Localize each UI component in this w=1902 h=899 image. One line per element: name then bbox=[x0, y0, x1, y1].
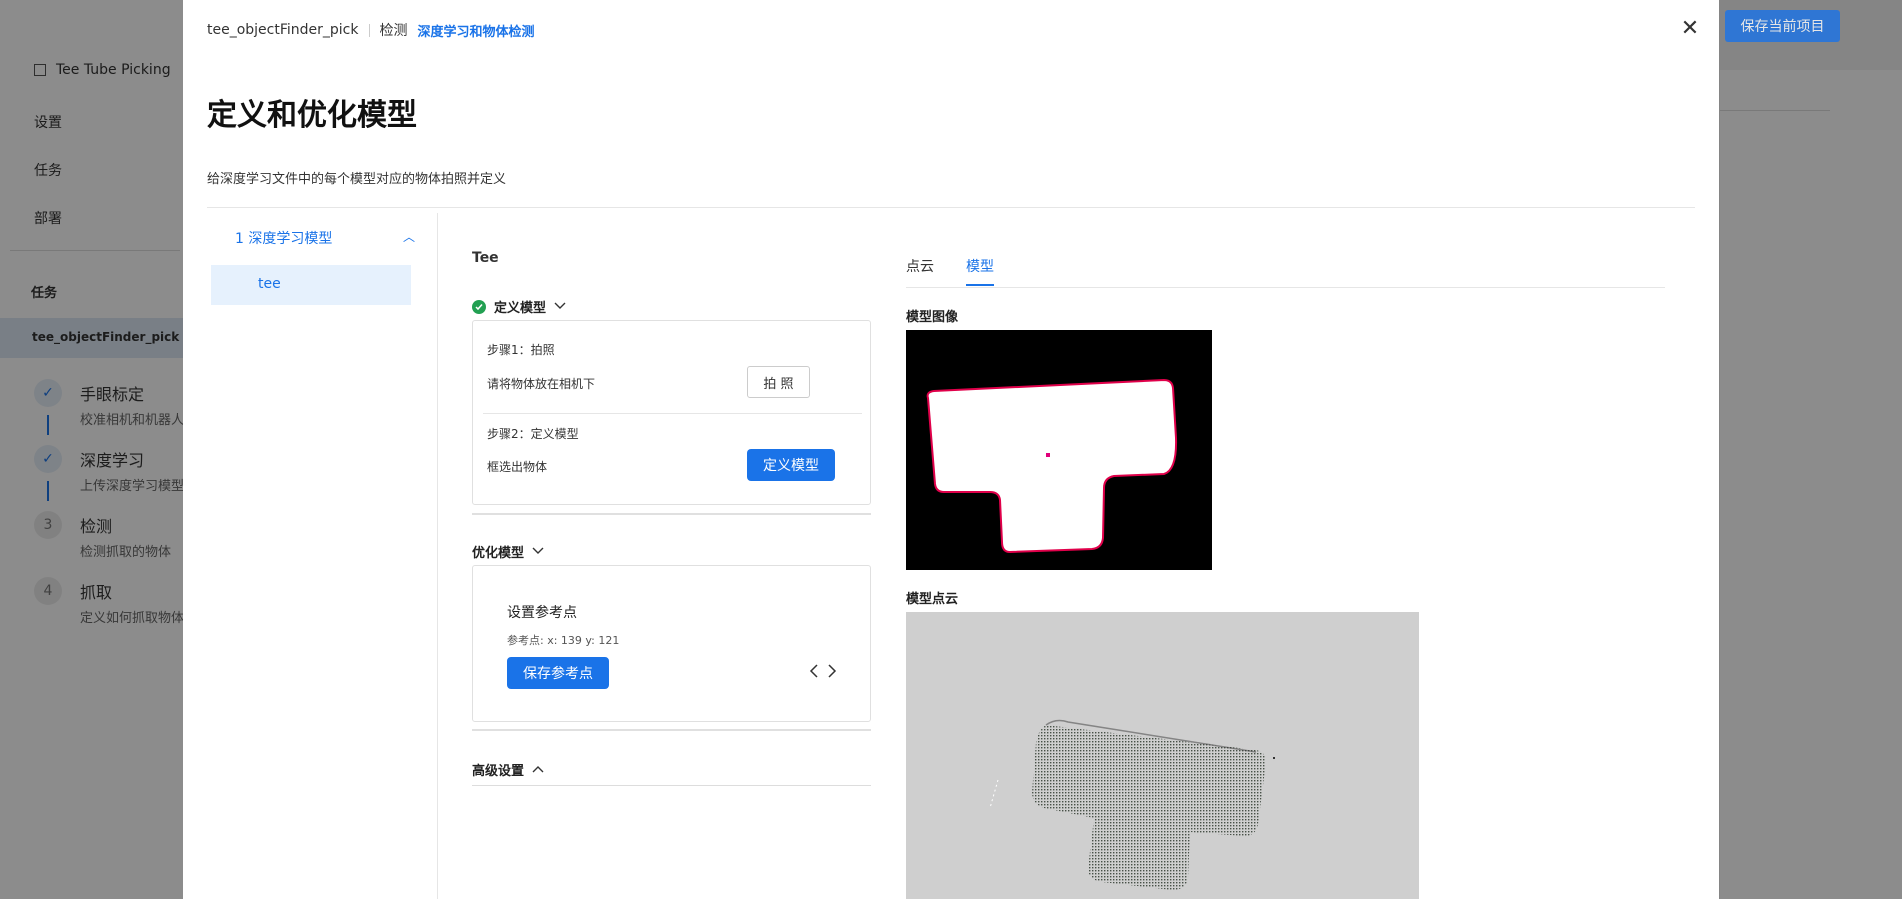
ref-point-title: 设置参考点 bbox=[507, 605, 577, 621]
chevron-up-icon[interactable]: ︿ bbox=[403, 228, 415, 245]
define-model-header[interactable]: 定义模型 bbox=[472, 297, 566, 316]
define-model-card: 步骤1：拍照 请将物体放在相机下 拍 照 步骤2：定义模型 框选出物体 定义模型 bbox=[472, 320, 871, 505]
chevron-down-icon bbox=[554, 299, 566, 314]
model-image bbox=[906, 330, 1212, 570]
save-project-button[interactable]: 保存当前项目 bbox=[1725, 10, 1840, 42]
object-name: Tee bbox=[472, 250, 499, 266]
chevron-left-icon[interactable] bbox=[809, 663, 819, 682]
breadcrumb-current: 深度学习和物体检测 bbox=[417, 24, 535, 40]
breadcrumb-task[interactable]: tee_objectFinder_pick bbox=[207, 22, 359, 38]
tab-point-cloud[interactable]: 点云 bbox=[906, 256, 934, 286]
advanced-settings-title: 高级设置 bbox=[472, 764, 525, 779]
define-model-title: 定义模型 bbox=[494, 301, 547, 316]
advanced-settings-header[interactable]: 高级设置 bbox=[472, 760, 544, 779]
point-cloud-label: 模型点云 bbox=[906, 592, 959, 607]
model-image-label: 模型图像 bbox=[906, 310, 959, 325]
step1-label: 步骤1：拍照 bbox=[487, 343, 555, 357]
chevron-right-icon[interactable] bbox=[827, 663, 837, 682]
model-group-header[interactable]: 1 深度学习模型 bbox=[235, 228, 332, 248]
ref-point-nav bbox=[809, 663, 837, 682]
success-check-icon bbox=[472, 299, 486, 314]
ref-point-value: 参考点: x: 139 y: 121 bbox=[507, 634, 620, 647]
divider bbox=[207, 207, 1695, 208]
chevron-up-icon bbox=[532, 762, 544, 777]
modal-dialog: tee_objectFinder_pick 检测 深度学习和物体检测 ✕ 定义和… bbox=[183, 0, 1719, 899]
divider bbox=[472, 729, 871, 731]
divider bbox=[472, 513, 871, 515]
take-photo-button[interactable]: 拍 照 bbox=[747, 366, 810, 398]
breadcrumb-separator bbox=[368, 23, 370, 37]
define-model-button[interactable]: 定义模型 bbox=[747, 449, 835, 481]
divider bbox=[483, 413, 862, 414]
page-subtitle: 给深度学习文件中的每个模型对应的物体拍照并定义 bbox=[207, 172, 507, 187]
step2-desc: 框选出物体 bbox=[487, 460, 548, 474]
model-point-cloud-view[interactable] bbox=[906, 612, 1419, 899]
close-icon[interactable]: ✕ bbox=[1677, 16, 1703, 42]
divider bbox=[906, 287, 1665, 288]
vertical-divider bbox=[437, 213, 438, 899]
step2-label: 步骤2：定义模型 bbox=[487, 427, 579, 441]
view-tabs: 点云 模型 bbox=[906, 256, 994, 286]
save-ref-point-button[interactable]: 保存参考点 bbox=[507, 657, 609, 689]
divider bbox=[472, 785, 871, 786]
optimize-model-header[interactable]: 优化模型 bbox=[472, 542, 544, 561]
step1-desc: 请将物体放在相机下 bbox=[487, 377, 596, 391]
breadcrumb-section[interactable]: 检测 bbox=[380, 20, 408, 40]
breadcrumb: tee_objectFinder_pick 检测 深度学习和物体检测 bbox=[207, 20, 535, 40]
model-item-tee[interactable]: tee bbox=[211, 265, 411, 305]
optimize-model-title: 优化模型 bbox=[472, 546, 525, 561]
page-title: 定义和优化模型 bbox=[207, 98, 417, 133]
chevron-down-icon bbox=[532, 544, 544, 559]
optimize-model-card: 设置参考点 参考点: x: 139 y: 121 保存参考点 bbox=[472, 565, 871, 722]
tab-model[interactable]: 模型 bbox=[966, 256, 994, 286]
